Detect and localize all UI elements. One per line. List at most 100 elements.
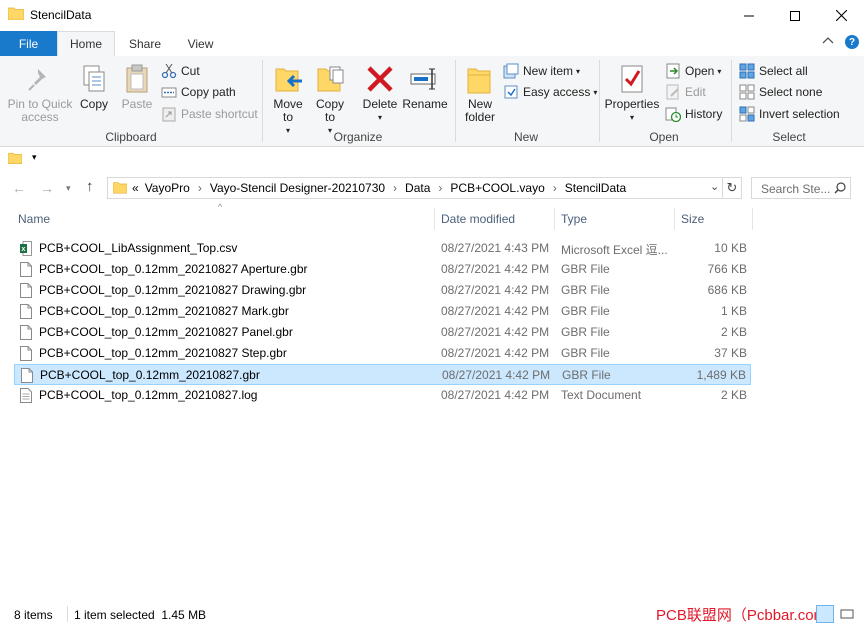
chevron-right-icon[interactable]: › <box>190 181 210 195</box>
tab-share[interactable]: Share <box>120 31 170 56</box>
breadcrumb-overflow[interactable]: « <box>130 181 145 195</box>
move-to-button[interactable]: Move to ▾ <box>272 60 304 137</box>
delete-button[interactable]: Delete ▾ <box>363 60 397 124</box>
maximize-button[interactable] <box>772 0 818 31</box>
move-to-label: Move to <box>273 97 303 124</box>
breadcrumb-item[interactable]: StencilData <box>565 181 626 195</box>
invert-selection-button[interactable]: Invert selection <box>739 104 840 124</box>
item-count: 8 items <box>14 608 53 622</box>
file-date-modified: 08/27/2021 4:42 PM <box>441 346 550 360</box>
chevron-down-icon[interactable]: ▾ <box>66 183 71 194</box>
file-row[interactable]: PCB+COOL_top_0.12mm_20210827.log 08/27/20… <box>14 385 751 406</box>
edit-button[interactable]: Edit <box>665 82 706 102</box>
copy-button[interactable]: Copy <box>78 60 110 111</box>
delete-icon <box>364 63 396 95</box>
customize-toolbar-icon[interactable]: ▾ <box>32 152 37 163</box>
breadcrumb-item[interactable]: Data <box>405 181 430 195</box>
file-icon <box>21 368 33 383</box>
file-row[interactable]: PCB+COOL_top_0.12mm_20210827 Aperture.gb… <box>14 259 751 280</box>
collapse-ribbon-icon[interactable] <box>822 36 836 50</box>
column-header-name[interactable]: Name <box>18 206 432 232</box>
search-placeholder: Search Ste... <box>761 182 831 196</box>
pin-label: Pin to Quick access <box>7 97 73 124</box>
open-button[interactable]: Open ▾ <box>665 61 721 81</box>
new-item-button[interactable]: New item ▾ <box>503 61 580 81</box>
breadcrumb-item[interactable]: Vayo-Stencil Designer-20210730 <box>210 181 385 195</box>
pin-icon <box>24 63 56 95</box>
pin-to-quick-access-button[interactable]: Pin to Quick access <box>6 60 74 124</box>
select-none-button[interactable]: Select none <box>739 82 822 102</box>
cut-button[interactable]: Cut <box>161 61 200 81</box>
column-divider[interactable] <box>752 208 753 230</box>
quick-access-toolbar <box>0 147 864 171</box>
up-arrow-icon[interactable]: ↑ <box>86 178 94 195</box>
text-file-icon <box>20 388 32 403</box>
new-folder-button[interactable]: New folder <box>462 60 498 124</box>
column-header-date[interactable]: Date modified <box>441 206 551 232</box>
tab-file[interactable]: File <box>0 31 57 56</box>
select-none-label: Select none <box>759 85 823 99</box>
rename-label: Rename <box>402 97 448 111</box>
file-type: GBR File <box>561 283 610 297</box>
window-title: StencilData <box>30 8 92 22</box>
tab-home[interactable]: Home <box>57 31 115 56</box>
close-icon <box>835 10 847 21</box>
paste-shortcut-button[interactable]: Paste shortcut <box>161 104 258 124</box>
details-view-icon[interactable] <box>816 605 834 623</box>
properties-label: Properties <box>604 97 660 111</box>
tab-view[interactable]: View <box>178 31 223 56</box>
copy-to-button[interactable]: Copy to ▾ <box>314 60 346 137</box>
refresh-icon[interactable]: ↻ <box>723 177 742 199</box>
file-date-modified: 08/27/2021 4:43 PM <box>441 241 550 255</box>
chevron-down-icon: ▾ <box>717 66 722 76</box>
chevron-down-icon: ▾ <box>285 126 290 135</box>
cut-label: Cut <box>181 64 200 78</box>
forward-arrow-icon[interactable]: → <box>40 180 54 196</box>
paste-label: Paste <box>121 97 153 111</box>
minimize-button[interactable] <box>726 0 772 31</box>
file-row[interactable]: PCB+COOL_top_0.12mm_20210827.gbr 08/27/20… <box>14 364 751 385</box>
file-size: 766 KB <box>707 262 747 276</box>
file-row[interactable]: PCB+COOL_top_0.12mm_20210827 Step.gbr 08/… <box>14 343 751 364</box>
column-header-size[interactable]: Size <box>681 206 751 232</box>
history-icon <box>665 106 682 123</box>
paste-button[interactable]: Paste <box>120 60 154 111</box>
column-divider[interactable] <box>674 208 675 230</box>
file-date-modified: 08/27/2021 4:42 PM <box>442 368 551 382</box>
minimize-icon <box>744 15 754 16</box>
folder-icon[interactable] <box>8 151 22 165</box>
large-icons-view-icon[interactable] <box>838 605 856 623</box>
chevron-right-icon[interactable]: › <box>385 181 405 195</box>
chevron-right-icon[interactable]: › <box>545 181 565 195</box>
breadcrumb-item[interactable]: VayoPro <box>145 181 190 195</box>
file-type: GBR File <box>561 304 610 318</box>
file-row[interactable]: x PCB+COOL_LibAssignment_Top.csv 08/27/202… <box>14 238 751 259</box>
column-divider[interactable] <box>434 208 435 230</box>
file-icon <box>20 304 32 319</box>
breadcrumb-item[interactable]: PCB+COOL.vayo <box>450 181 544 195</box>
file-date-modified: 08/27/2021 4:42 PM <box>441 283 550 297</box>
select-all-icon <box>739 63 755 79</box>
properties-button[interactable]: Properties ▾ <box>605 60 659 124</box>
chevron-down-icon[interactable]: ⌄ <box>710 180 719 193</box>
file-size: 2 KB <box>720 388 747 402</box>
close-button[interactable] <box>818 0 864 31</box>
open-icon <box>665 63 681 79</box>
address-bar[interactable]: « VayoPro › Vayo-Stencil Designer-202107… <box>107 177 723 199</box>
help-icon[interactable]: ? <box>845 35 859 49</box>
chevron-right-icon[interactable]: › <box>430 181 450 195</box>
back-arrow-icon[interactable]: ← <box>12 180 26 196</box>
history-button[interactable]: History <box>665 104 722 124</box>
search-input[interactable]: Search Ste... <box>751 177 851 199</box>
file-date-modified: 08/27/2021 4:42 PM <box>441 325 550 339</box>
rename-button[interactable]: Rename <box>402 60 448 111</box>
column-divider[interactable] <box>554 208 555 230</box>
select-all-button[interactable]: Select all <box>739 61 808 81</box>
copy-path-button[interactable]: Copy path <box>161 82 236 102</box>
clipboard-group-label: Clipboard <box>105 130 157 144</box>
file-row[interactable]: PCB+COOL_top_0.12mm_20210827 Mark.gbr 08/… <box>14 301 751 322</box>
file-row[interactable]: PCB+COOL_top_0.12mm_20210827 Panel.gbr 08… <box>14 322 751 343</box>
easy-access-button[interactable]: Easy access ▾ <box>503 82 597 102</box>
file-row[interactable]: PCB+COOL_top_0.12mm_20210827 Drawing.gbr… <box>14 280 751 301</box>
column-header-type[interactable]: Type <box>561 206 671 232</box>
